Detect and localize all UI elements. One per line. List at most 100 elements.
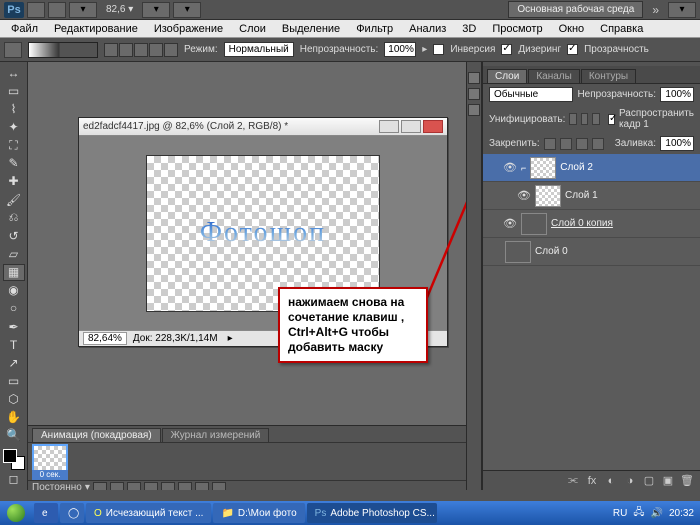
lock-all-icon[interactable]: [592, 138, 604, 150]
screen-mode-dropdown[interactable]: ▾: [69, 2, 97, 18]
adjustment-icon[interactable]: ◑: [623, 474, 637, 488]
grad-linear-icon[interactable]: [104, 43, 118, 57]
menu-edit[interactable]: Редактирование: [47, 22, 145, 36]
document-title-bar[interactable]: ed2fadcf4417.jpg @ 82,6% (Слой 2, RGB/8)…: [79, 118, 447, 136]
tray-clock[interactable]: 20:32: [669, 508, 694, 519]
layer-row[interactable]: 👁 Слой 0 копия: [483, 210, 700, 238]
tray-net-icon[interactable]: 🖧: [633, 505, 644, 522]
delete-frame-icon[interactable]: [212, 482, 226, 491]
hand-tool[interactable]: ✋: [3, 409, 25, 426]
menu-image[interactable]: Изображение: [147, 22, 230, 36]
menu-layers[interactable]: Слои: [232, 22, 273, 36]
visibility-icon[interactable]: 👁: [517, 189, 531, 203]
frame-duration[interactable]: 0 сек.: [32, 470, 68, 480]
layer-opacity-input[interactable]: 100%: [660, 87, 694, 102]
quickmask-toggle[interactable]: ◻: [3, 471, 25, 488]
unify-style-icon[interactable]: [592, 113, 600, 125]
layer-name[interactable]: Слой 1: [565, 190, 598, 201]
menu-view[interactable]: Просмотр: [485, 22, 549, 36]
menu-file[interactable]: Файл: [4, 22, 45, 36]
tab-layers[interactable]: Слои: [487, 69, 527, 83]
brush-tool[interactable]: 🖌: [3, 191, 25, 208]
layer-name[interactable]: Слой 0 копия: [551, 218, 613, 229]
tray-vol-icon[interactable]: 🔊: [651, 508, 663, 519]
grad-radial-icon[interactable]: [119, 43, 133, 57]
eraser-tool[interactable]: ▱: [3, 245, 25, 262]
type-tool[interactable]: T: [3, 336, 25, 353]
transparency-checkbox[interactable]: [567, 44, 578, 55]
color-swatches[interactable]: [3, 449, 25, 470]
gradient-tool[interactable]: ▦: [3, 264, 25, 281]
unify-vis-icon[interactable]: [581, 113, 589, 125]
unify-pos-icon[interactable]: [569, 113, 577, 125]
lock-paint-icon[interactable]: [560, 138, 572, 150]
menu-analysis[interactable]: Анализ: [402, 22, 453, 36]
first-frame-icon[interactable]: [93, 482, 107, 491]
mask-icon[interactable]: ◐: [604, 474, 618, 488]
move-tool[interactable]: ↔: [3, 64, 25, 81]
minimize-icon[interactable]: [379, 120, 399, 133]
marquee-tool[interactable]: ▭: [3, 82, 25, 99]
close-icon[interactable]: [423, 120, 443, 133]
collapsed-icon-1[interactable]: [468, 72, 480, 84]
mode-select[interactable]: Нормальный: [224, 42, 294, 57]
lock-pos-icon[interactable]: [576, 138, 588, 150]
new-layer-icon[interactable]: ▣: [661, 474, 675, 488]
layer-thumb[interactable]: [535, 185, 561, 207]
crop-tool[interactable]: ⛶: [3, 137, 25, 154]
blur-tool[interactable]: ◉: [3, 282, 25, 299]
status-zoom[interactable]: 82,64%: [83, 332, 127, 345]
grad-diamond-icon[interactable]: [164, 43, 178, 57]
visibility-icon[interactable]: 👁: [503, 161, 517, 175]
lock-trans-icon[interactable]: [544, 138, 556, 150]
layer-row[interactable]: Слой 0: [483, 238, 700, 266]
path-tool[interactable]: ↗: [3, 354, 25, 371]
cslive-icon[interactable]: ▾: [668, 2, 696, 18]
layer-thumb[interactable]: [521, 213, 547, 235]
menu-3d[interactable]: 3D: [455, 22, 483, 36]
play-icon[interactable]: [127, 482, 141, 491]
layer-row[interactable]: 👁 Слой 1: [483, 182, 700, 210]
tray-lang[interactable]: RU: [613, 508, 627, 519]
animation-frame[interactable]: 0 сек.: [32, 444, 68, 480]
shape-tool[interactable]: ▭: [3, 372, 25, 389]
fill-input[interactable]: 100%: [660, 136, 694, 151]
stamp-tool[interactable]: ⎌: [3, 209, 25, 226]
arrange-dropdown[interactable]: ▾: [142, 2, 170, 18]
minibridge-icon[interactable]: [48, 2, 66, 18]
fx-icon[interactable]: fx: [585, 474, 599, 488]
taskbar-item[interactable]: OИсчезающий текст ...: [86, 503, 211, 523]
layer-thumb[interactable]: [530, 157, 556, 179]
maximize-icon[interactable]: [401, 120, 421, 133]
taskbar-item[interactable]: PsAdobe Photoshop CS...: [307, 503, 437, 523]
taskbar-item[interactable]: e: [34, 503, 58, 523]
layer-row[interactable]: 👁 ⌐ Слой 2: [483, 154, 700, 182]
eyedropper-tool[interactable]: ✎: [3, 155, 25, 172]
new-frame-icon[interactable]: [195, 482, 209, 491]
link-icon[interactable]: ⫘: [566, 474, 580, 488]
workspace-switcher[interactable]: Основная рабочая среда: [508, 1, 643, 18]
extras-dropdown[interactable]: ▾: [173, 2, 201, 18]
group-icon[interactable]: ▢: [642, 474, 656, 488]
layer-name[interactable]: Слой 2: [560, 162, 593, 173]
grad-angle-icon[interactable]: [134, 43, 148, 57]
tab-channels[interactable]: Каналы: [528, 69, 580, 83]
visibility-icon[interactable]: 👁: [503, 217, 517, 231]
propagate-checkbox[interactable]: [608, 114, 615, 125]
start-button[interactable]: [0, 501, 32, 525]
last-frame-icon[interactable]: [161, 482, 175, 491]
dither-checkbox[interactable]: [501, 44, 512, 55]
menu-filter[interactable]: Фильтр: [349, 22, 400, 36]
opacity-input[interactable]: 100%: [384, 42, 416, 57]
bridge-icon[interactable]: [27, 2, 45, 18]
collapsed-icon-3[interactable]: [468, 104, 480, 116]
wand-tool[interactable]: ✦: [3, 118, 25, 135]
3d-tool[interactable]: ⬡: [3, 391, 25, 408]
system-tray[interactable]: RU 🖧 🔊 20:32: [607, 505, 700, 522]
tab-animation[interactable]: Анимация (покадровая): [32, 428, 161, 442]
loop-select[interactable]: Постоянно: [32, 482, 82, 490]
lasso-tool[interactable]: ⌇: [3, 100, 25, 117]
dodge-tool[interactable]: ○: [3, 300, 25, 317]
history-brush-tool[interactable]: ↺: [3, 227, 25, 244]
reverse-checkbox[interactable]: [433, 44, 444, 55]
